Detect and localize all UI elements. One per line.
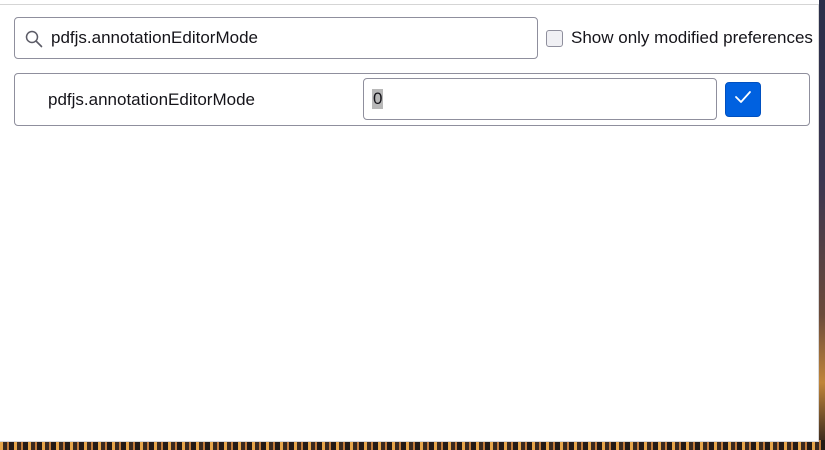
preference-value-input[interactable]: 0 <box>363 78 717 120</box>
search-icon <box>25 30 43 48</box>
show-modified-checkbox[interactable] <box>546 29 563 47</box>
search-box[interactable] <box>14 17 538 59</box>
about-config-window: Show only modified preferences pdfjs.ann… <box>0 0 819 442</box>
preference-row: pdfjs.annotationEditorMode 0 <box>14 73 810 126</box>
show-modified-toggle[interactable]: Show only modified preferences <box>546 28 813 48</box>
checkmark-icon <box>734 90 752 109</box>
window-top-edge <box>0 0 819 5</box>
search-input[interactable] <box>51 18 531 58</box>
preference-value-text[interactable]: 0 <box>372 89 384 109</box>
preference-name: pdfjs.annotationEditorMode <box>48 90 255 109</box>
show-modified-label: Show only modified preferences <box>571 28 813 47</box>
save-value-button[interactable] <box>725 82 761 117</box>
